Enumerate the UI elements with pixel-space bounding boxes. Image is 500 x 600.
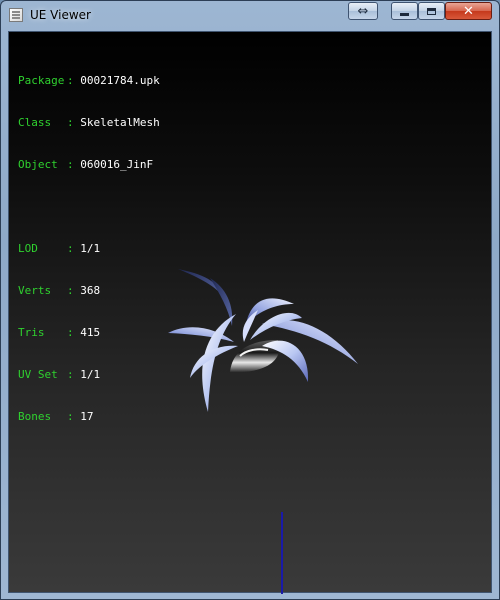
app-icon [9, 8, 23, 22]
info-value: 17 [80, 410, 94, 423]
info-label: Verts [18, 284, 52, 297]
info-separator: : [67, 326, 81, 339]
info-row-verts: Verts: 368 [18, 284, 160, 298]
info-separator: : [67, 116, 81, 129]
info-row-object: Object: 060016_JinF [18, 158, 160, 172]
resize-button[interactable]: ⇔ [348, 2, 378, 20]
info-separator: : [67, 158, 81, 171]
info-value: 368 [80, 284, 101, 297]
info-separator: : [67, 410, 81, 423]
info-label: Tris [18, 326, 45, 339]
close-icon: ✕ [463, 3, 474, 19]
info-row-class: Class: SkeletalMesh [18, 116, 160, 130]
3d-viewport[interactable]: Package: 00021784.upk Class: SkeletalMes… [8, 31, 492, 594]
info-label: Object [18, 158, 58, 171]
info-label: Class [18, 116, 52, 129]
info-row-package: Package: 00021784.upk [18, 74, 160, 88]
origin-axis-line [281, 512, 283, 594]
title-bar[interactable]: UE Viewer ⇔ ✕ [1, 1, 499, 31]
info-row-lod: LOD: 1/1 [18, 242, 160, 256]
mesh-info-overlay: Package: 00021784.upk Class: SkeletalMes… [18, 46, 160, 452]
info-row-tris: Tris: 415 [18, 326, 160, 340]
app-window: UE Viewer ⇔ ✕ Package: 00021784.upk Clas… [0, 0, 500, 600]
info-row-uvset: UV Set: 1/1 [18, 368, 160, 382]
info-separator: : [67, 368, 81, 381]
info-value: 1/1 [80, 368, 101, 381]
info-value: 415 [80, 326, 101, 339]
info-value: SkeletalMesh [80, 116, 160, 129]
info-label: LOD [18, 242, 38, 255]
info-spacer [18, 200, 160, 214]
info-separator: : [67, 242, 81, 255]
info-value: 1/1 [80, 242, 101, 255]
info-label: UV Set [18, 368, 58, 381]
info-label: Bones [18, 410, 52, 423]
close-button[interactable]: ✕ [445, 2, 492, 20]
minimize-button[interactable] [391, 2, 418, 20]
info-row-bones: Bones: 17 [18, 410, 160, 424]
plant-mesh-render[interactable] [154, 260, 364, 420]
maximize-icon [427, 7, 436, 15]
info-separator: : [67, 74, 81, 87]
maximize-button[interactable] [418, 2, 445, 20]
info-value: 060016_JinF [80, 158, 154, 171]
minimize-icon [400, 12, 409, 16]
info-separator: : [67, 284, 81, 297]
double-arrow-icon: ⇔ [357, 3, 369, 19]
window-title: UE Viewer [30, 8, 91, 22]
info-value: 00021784.upk [80, 74, 160, 87]
info-label: Package [18, 74, 65, 87]
